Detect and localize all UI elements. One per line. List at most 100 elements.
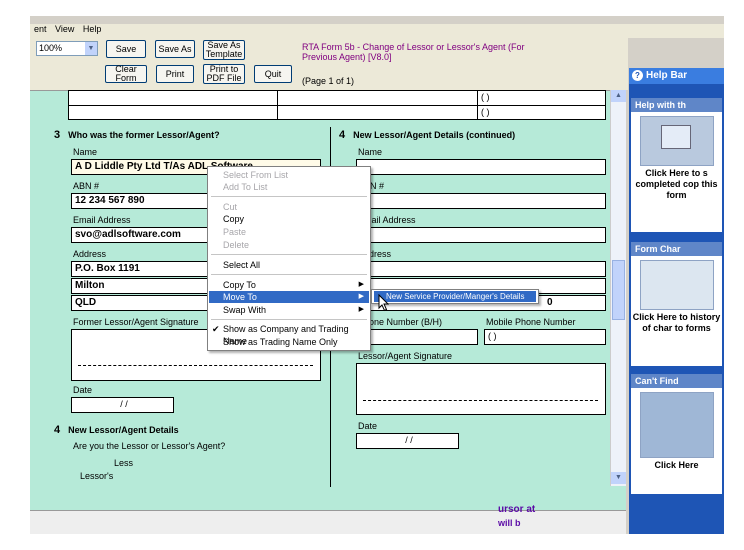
menu-item-edit[interactable]: ent	[34, 24, 47, 34]
former-date-label: Date	[73, 385, 93, 395]
status-text: ursor at	[498, 504, 536, 515]
search-person-icon	[639, 392, 714, 458]
section4-number: 4	[339, 129, 346, 141]
section3-number: 3	[54, 129, 61, 141]
new-phone-input[interactable]	[356, 329, 478, 345]
save-as-button[interactable]: Save As	[155, 40, 195, 58]
scroll-thumb[interactable]	[612, 260, 625, 320]
section3-title: Who was the former Lessor/Agent?	[68, 130, 220, 140]
menu-move-to[interactable]: Move To ▶	[209, 291, 369, 303]
new-name-input[interactable]	[356, 159, 606, 175]
menu-select-all[interactable]: Select All	[209, 259, 369, 271]
save-as-template-button[interactable]: Save As Template	[203, 40, 245, 60]
new-abn-input[interactable]	[356, 193, 606, 209]
mouse-cursor-icon	[378, 294, 390, 312]
help-panel-text: Click Here to s completed cop this form	[635, 168, 718, 200]
help-panel-title: Help with th	[631, 98, 722, 112]
scroll-down-icon[interactable]: ▼	[611, 472, 626, 484]
help-panel-text: Click Here to history of char to forms	[632, 312, 721, 333]
new-date-input[interactable]: / /	[356, 433, 459, 449]
phone-field[interactable]: ( )	[481, 107, 490, 117]
menu-add-to-list[interactable]: Add To List	[209, 181, 369, 193]
new-email-input[interactable]	[356, 227, 606, 243]
menu-swap-with-label: Swap With	[223, 305, 267, 315]
submenu-arrow-icon: ▶	[358, 293, 364, 300]
help-bar: ? Help Bar Help with th Click Here to s c…	[629, 68, 724, 534]
menu-copy[interactable]: Copy	[209, 213, 369, 225]
submenu-arrow-icon: ▶	[358, 306, 364, 313]
zoom-select[interactable]: 100% ▼	[36, 41, 98, 56]
menu-delete[interactable]: Delete	[209, 239, 369, 251]
menu-show-company-trading[interactable]: ✔ Show as Company and Trading Name	[209, 323, 369, 346]
clear-form-button[interactable]: Clear Form	[105, 65, 147, 83]
menu-item-view[interactable]: View	[55, 24, 74, 34]
menu-item-help[interactable]: Help	[83, 24, 102, 34]
former-name-label: Name	[73, 147, 98, 157]
former-email-label: Email Address	[73, 215, 131, 225]
new-mobile-input[interactable]: ( )	[484, 329, 606, 345]
context-menu: Select From List Add To List Cut Copy Pa…	[207, 166, 371, 351]
menu-paste[interactable]: Paste	[209, 226, 369, 238]
lessor-option[interactable]: Less	[114, 458, 133, 468]
print-button[interactable]: Print	[156, 65, 194, 83]
app-window: ent View Help 100% ▼ Save Save As Save A…	[28, 14, 724, 534]
new-postcode: 0	[547, 297, 553, 308]
status-strip	[28, 510, 626, 534]
signature-line	[363, 400, 598, 401]
torn-edge-top	[0, 0, 744, 16]
zoom-value: 100%	[39, 43, 63, 53]
former-date-input[interactable]: / /	[71, 397, 174, 413]
torn-edge-left	[0, 0, 30, 550]
menu-select-from-list[interactable]: Select From List	[209, 169, 369, 181]
former-abn-label: ABN #	[73, 181, 100, 191]
quit-button[interactable]: Quit	[254, 65, 292, 83]
section3-heading: 3 Who was the former Lessor/Agent?	[54, 129, 220, 141]
menu-show-trading-only[interactable]: Show as Trading Name Only	[209, 336, 369, 348]
help-panel-title: Form Char	[631, 242, 722, 256]
torn-edge-bottom	[0, 534, 744, 550]
vertical-scrollbar[interactable]: ▲ ▼	[610, 90, 626, 486]
computer-icon	[639, 116, 714, 166]
help-icon: ?	[632, 70, 643, 81]
documents-icon	[639, 260, 714, 310]
section4-right-heading: 4 New Lessor/Agent Details (continued)	[339, 129, 515, 141]
menu-copy-to-label: Copy To	[223, 280, 256, 290]
new-signature-box[interactable]	[356, 363, 606, 415]
help-panel-completed[interactable]: Help with th Click Here to s completed c…	[631, 98, 722, 232]
new-signature-label: Lessor/Agent Signature	[358, 351, 453, 361]
submenu-new-service-provider[interactable]: New Service Provider/Manger's Details	[374, 291, 536, 302]
menu-copy-to[interactable]: Copy To ▶	[209, 279, 369, 291]
section4-left-title: New Lessor/Agent Details	[68, 425, 179, 435]
print-pdf-button[interactable]: Print to PDF File	[203, 64, 245, 84]
page-indicator: (Page 1 of 1)	[302, 76, 355, 86]
checkmark-icon: ✔	[212, 324, 220, 334]
scroll-up-icon[interactable]: ▲	[611, 90, 626, 102]
new-address-line1[interactable]	[356, 261, 606, 277]
former-address-label: Address	[73, 249, 107, 259]
save-button[interactable]: Save	[106, 40, 146, 58]
table-divider	[69, 105, 605, 106]
chevron-down-icon[interactable]: ▼	[85, 42, 97, 55]
new-name-label: Name	[358, 147, 383, 157]
help-panel-title: Can't Find Somethin	[631, 374, 722, 400]
menu-cut[interactable]: Cut	[209, 201, 369, 213]
help-panel-changes[interactable]: Form Char Click Here to history of char …	[631, 242, 722, 366]
phone-field[interactable]: ( )	[481, 92, 490, 102]
lessor-question: Are you the Lessor or Lessor's Agent?	[73, 441, 226, 451]
menu-separator	[211, 274, 367, 275]
menu-swap-with[interactable]: Swap With ▶	[209, 304, 369, 316]
menu-separator	[211, 196, 367, 197]
help-panel-find[interactable]: Can't Find Somethin Click Here	[631, 374, 722, 494]
agent-option[interactable]: Lessor's	[80, 471, 113, 481]
section4-right-title: New Lessor/Agent Details (continued)	[353, 130, 516, 140]
menu-move-to-label: Move To	[223, 292, 257, 302]
former-signature-label: Former Lessor/Agent Signature	[73, 317, 199, 327]
table-divider	[277, 91, 278, 119]
form-title: RTA Form 5b - Change of Lessor or Lessor…	[302, 42, 525, 62]
submenu-arrow-icon: ▶	[358, 281, 364, 288]
help-bar-header: ? Help Bar	[629, 68, 724, 84]
section4-number: 4	[54, 424, 61, 436]
section4-left-heading: 4 New Lessor/Agent Details	[54, 424, 179, 436]
signature-line	[78, 365, 313, 366]
menu-separator	[211, 319, 367, 320]
